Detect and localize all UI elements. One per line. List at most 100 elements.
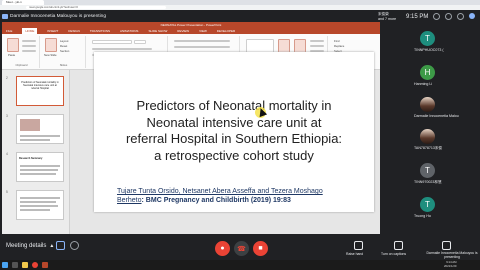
avatar: T	[420, 197, 435, 212]
font-format-buttons[interactable]	[92, 48, 152, 50]
captions-label: Turn on captions	[381, 252, 407, 256]
copy-button[interactable]	[22, 45, 36, 47]
shape-outline-button[interactable]	[310, 45, 324, 47]
thumbnail-number: 4	[6, 152, 8, 156]
paste-button[interactable]	[7, 38, 19, 52]
align-buttons[interactable]	[174, 46, 230, 48]
url-field[interactable]: meet.google.com/ski-ckmf-ykr?authuser=0	[26, 6, 166, 9]
avatar	[420, 129, 435, 144]
avatar: H	[420, 65, 435, 80]
ribbon-label-clipboard: Clipboard	[15, 63, 28, 67]
present-screen-icon[interactable]	[442, 241, 451, 250]
powerpoint-icon[interactable]	[42, 262, 48, 268]
participant-name: TINNPHUOC073 (	[414, 48, 444, 52]
camera-off-button[interactable]: ■	[253, 241, 268, 256]
presenter-banner: Darmalie Innocenetia Malouyou is present…	[2, 12, 106, 21]
participant-tile[interactable]: H Hanming Li	[410, 62, 480, 90]
new-slide-label: New Slide	[44, 53, 57, 57]
leave-call-button[interactable]: ☎	[234, 241, 249, 256]
slide-title-line: Predictors of Neonatal mortality in	[136, 98, 332, 113]
slide-thumbnail-pane: 2 Predictors of Neonatal mortality in Ne…	[2, 70, 70, 234]
mic-off-button[interactable]: ●	[215, 241, 230, 256]
slide-title-line: a retrospective cohort study	[154, 147, 314, 163]
avatar: T	[420, 31, 435, 46]
hand-icon[interactable]	[354, 241, 363, 250]
reset-button[interactable]: Reset	[60, 44, 67, 48]
avatar	[420, 97, 435, 112]
participant-tile[interactable]: T Truong Ho	[410, 194, 480, 222]
meeting-clock: 9:15 PM	[406, 14, 429, 20]
captions-icon[interactable]	[394, 241, 403, 250]
ribbon-group-slides: New Slide Layout Reset Section Slides	[42, 36, 86, 68]
phone-icon: ☎	[237, 245, 246, 253]
ribbon-group-clipboard: Paste Clipboard	[4, 36, 40, 68]
thumbnail-line	[20, 201, 56, 203]
system-clock: 9:14 AM 2021/1/20	[444, 260, 457, 268]
slide-authors-line: Tujare Tunta Orsido, Netsanet Abera Asse…	[117, 188, 323, 195]
replace-button[interactable]: Replace	[334, 44, 344, 48]
activities-icon[interactable]	[457, 13, 464, 20]
participant-tile[interactable]: TAN7878713宋俊	[410, 126, 480, 154]
new-slide-button[interactable]	[45, 38, 57, 52]
current-slide[interactable]: Predictors of Neonatal mortality in Neon…	[94, 52, 374, 212]
slide-author-last: Berheto	[117, 197, 142, 204]
os-taskbar	[0, 260, 480, 270]
shape-fill-button[interactable]	[310, 40, 324, 42]
thumbnail-number: 2	[6, 76, 8, 80]
layout-button[interactable]: Layout	[60, 39, 68, 43]
thumbnail-text: Research Summary	[19, 157, 43, 160]
slide-thumbnail[interactable]	[16, 114, 64, 144]
participant-name: Hanming Li	[414, 82, 433, 86]
chrome-icon[interactable]	[32, 262, 38, 268]
participant-name: TAN7878713宋俊	[414, 146, 443, 150]
quick-styles-button[interactable]	[294, 39, 306, 53]
info-icon[interactable]	[70, 241, 79, 250]
account-avatar[interactable]	[469, 13, 475, 19]
find-button[interactable]: Find	[334, 39, 339, 43]
participant-summary-more: and 7 more	[378, 16, 397, 21]
system-date: 2021/1/20	[444, 263, 457, 268]
thumbnail-number: 5	[6, 190, 8, 194]
participants-panel: T TINNPHUOC073 ( H Hanming Li Darmalie I…	[410, 28, 480, 238]
slide-title: Predictors of Neonatal mortality in Neon…	[104, 98, 364, 164]
font-size-select[interactable]	[134, 40, 146, 44]
format-painter-button[interactable]	[22, 50, 36, 52]
raise-hand-label: Raise hand	[346, 252, 364, 256]
meeting-details-button[interactable]: Meeting details ▲	[6, 243, 54, 249]
mic-off-icon: ●	[220, 245, 225, 252]
slide-thumbnail[interactable]: Research Summary	[16, 152, 64, 182]
thumbnail-line	[20, 165, 60, 167]
chevron-up-icon: ▲	[49, 243, 55, 249]
paste-label: Paste	[8, 53, 16, 57]
thumbnail-line	[20, 197, 60, 199]
presenting-label: Darmalie Innocenetia Malouyou is present…	[426, 251, 478, 259]
font-name-select[interactable]	[92, 40, 132, 44]
slide-thumbnail[interactable]	[16, 190, 64, 220]
participant-summary[interactable]: 宋俊榮 and 7 more	[378, 12, 396, 21]
participant-tile[interactable]: Darmalie Innocenetia Malou	[410, 94, 480, 122]
slide-authors: Tujare Tunta Orsido, Netsanet Abera Asse…	[117, 187, 367, 205]
participant-name: TINN970023林慧	[414, 180, 442, 184]
participant-tile[interactable]: T TINNPHUOC073 (	[410, 28, 480, 56]
arrange-button[interactable]	[278, 39, 290, 53]
search-icon[interactable]	[12, 262, 18, 268]
shield-icon[interactable]	[56, 241, 65, 250]
meeting-details-label: Meeting details	[6, 243, 47, 249]
thumbnail-text: Predictors of Neonatal mortality in Neon…	[21, 81, 59, 90]
browser-tab-title: Meet - yki-n	[6, 0, 22, 4]
people-icon[interactable]	[433, 13, 440, 20]
participant-tile[interactable]: T TINN970023林慧	[410, 160, 480, 188]
thumbnail-line	[20, 205, 58, 207]
thumbnail-line	[20, 173, 56, 175]
chat-icon[interactable]	[445, 13, 452, 20]
folder-icon[interactable]	[22, 262, 28, 268]
windows-start-icon[interactable]	[2, 262, 8, 268]
thumbnail-image	[20, 119, 40, 131]
thumbnail-line	[20, 169, 58, 171]
slide-thumbnail[interactable]: Predictors of Neonatal mortality in Neon…	[16, 76, 64, 106]
cut-button[interactable]	[22, 40, 36, 42]
participant-name: Truong Ho	[414, 214, 431, 218]
slide-title-line: Neonatal intensive care unit at	[146, 114, 322, 130]
section-button[interactable]: Section	[60, 49, 69, 53]
list-buttons[interactable]	[174, 40, 230, 42]
